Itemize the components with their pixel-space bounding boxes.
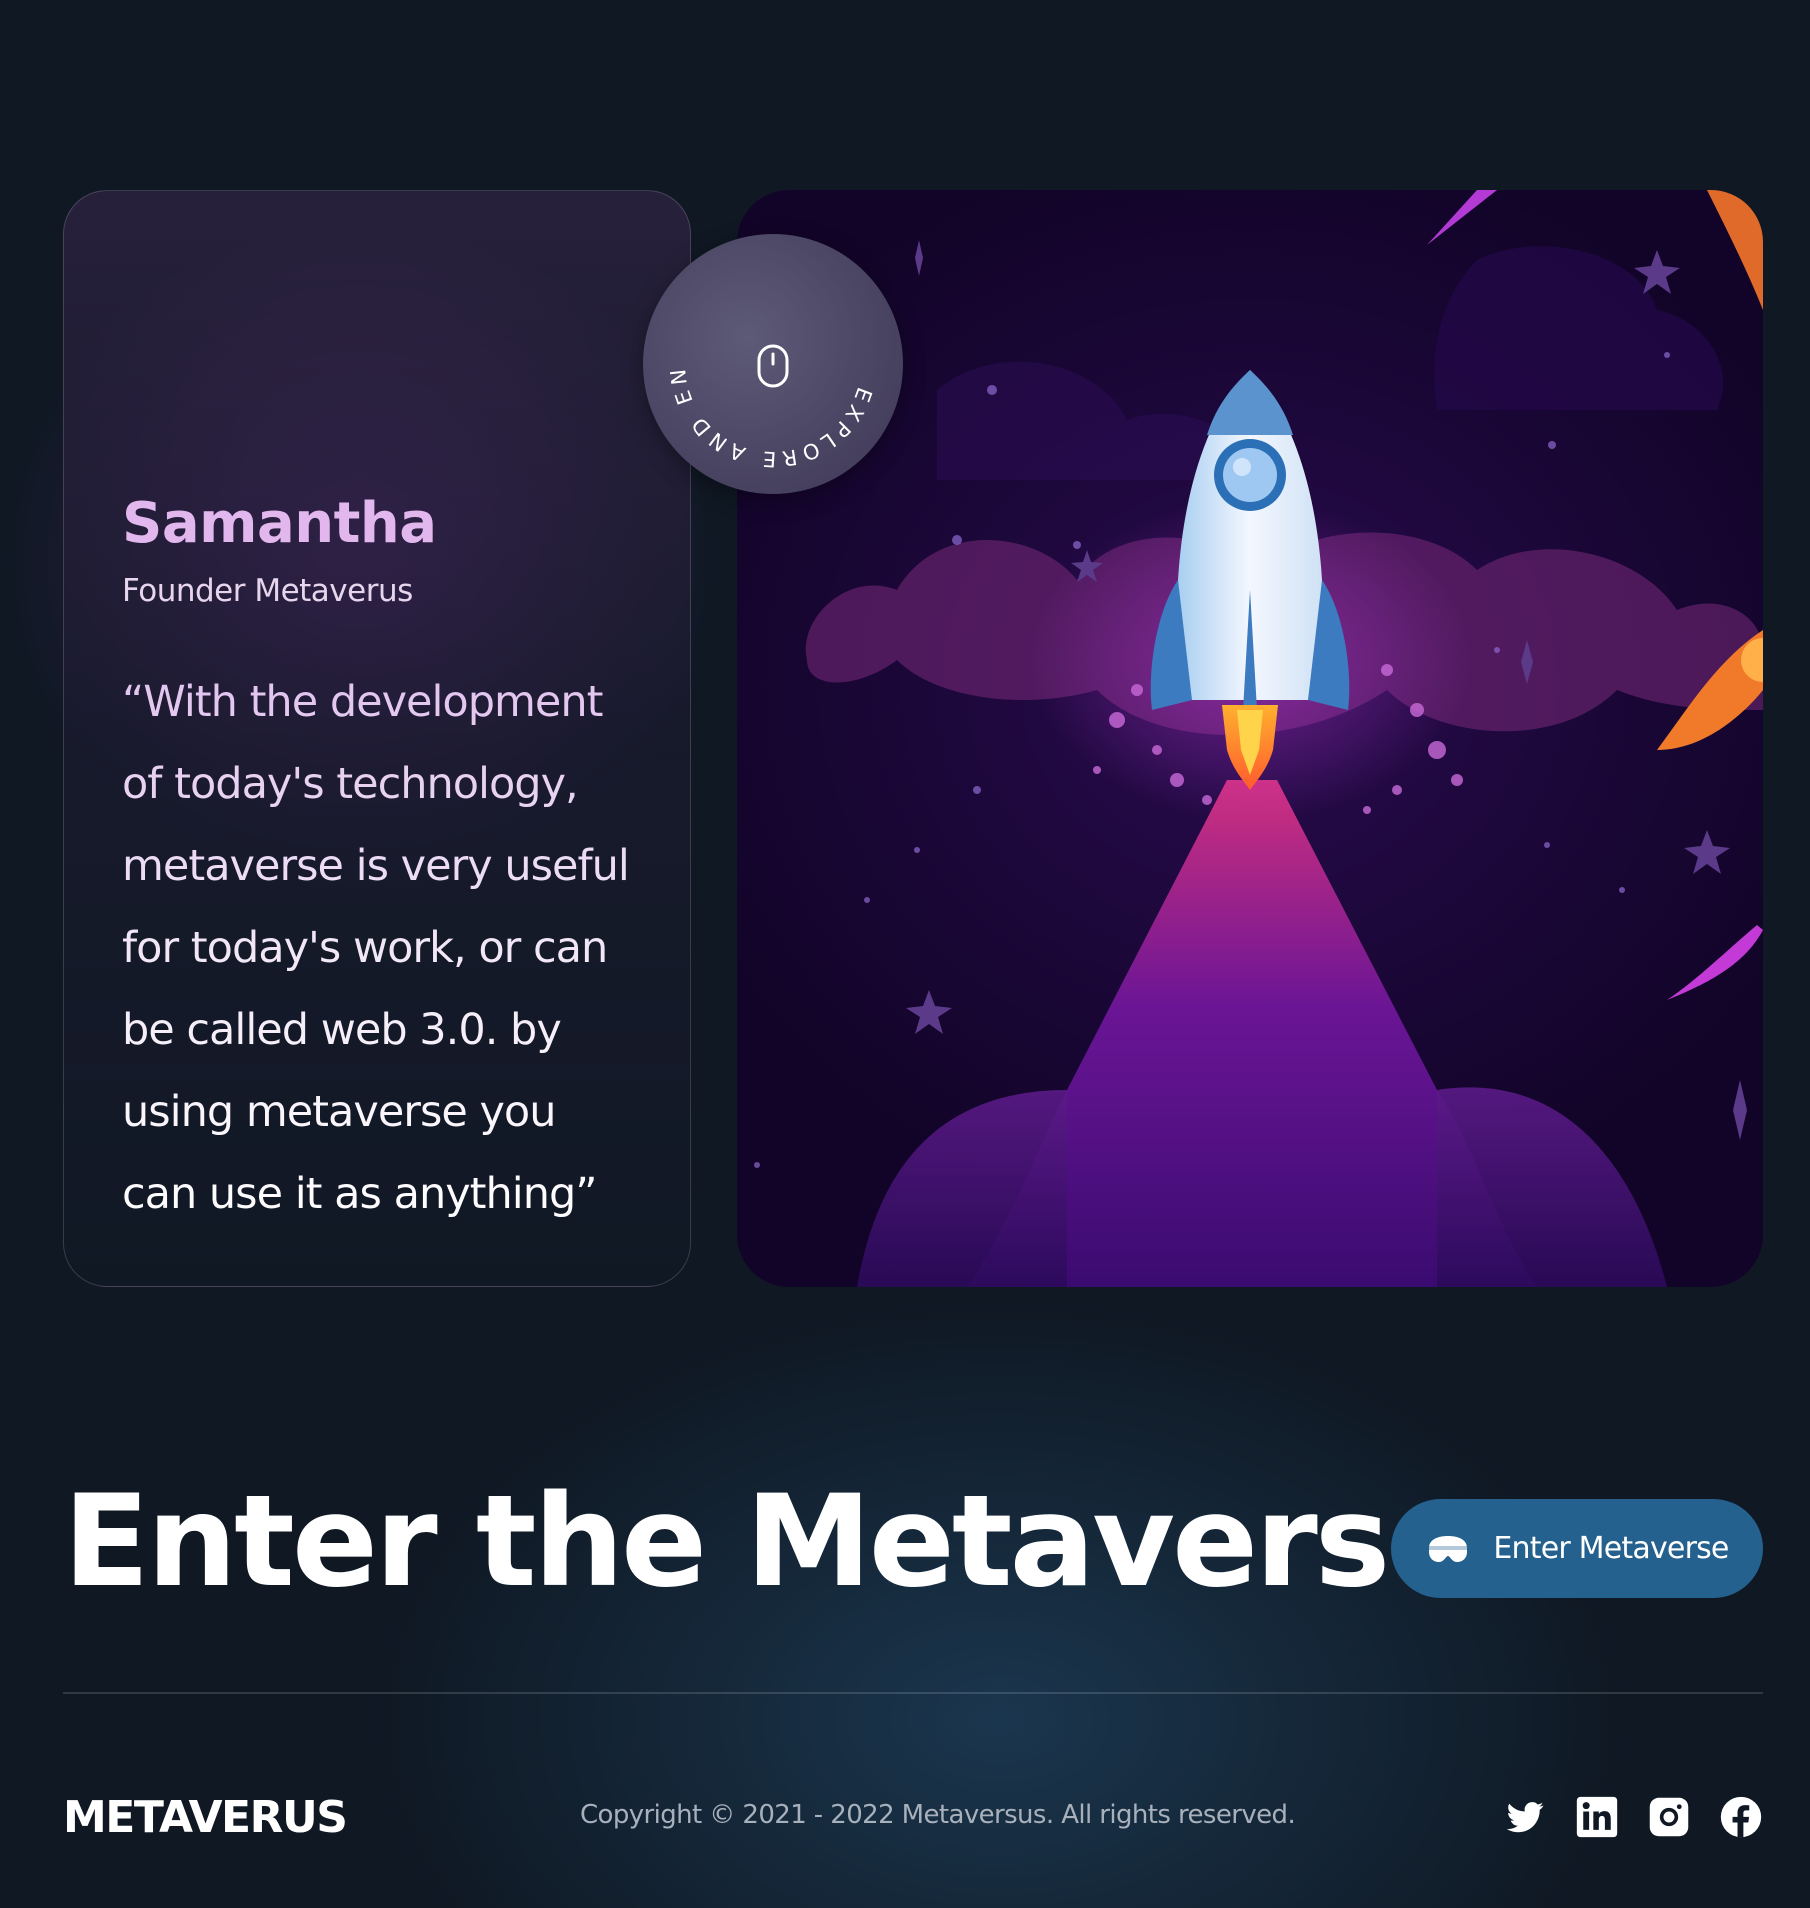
footer-divider <box>63 1692 1763 1694</box>
instagram-icon[interactable] <box>1647 1795 1691 1839</box>
copyright-text: Copyright © 2021 - 2022 Metaversus. All … <box>580 1800 1296 1830</box>
testimonial-card: Samantha Founder Metaverus “With the dev… <box>63 190 691 1287</box>
facebook-icon[interactable] <box>1719 1795 1763 1839</box>
testimonial-role: Founder Metaverus <box>122 573 413 609</box>
enter-metaverse-button[interactable]: Enter Metaverse <box>1391 1499 1763 1598</box>
testimonial-name: Samantha <box>122 491 437 556</box>
testimonial-quote: “With the development of today's technol… <box>122 661 642 1235</box>
vr-headset-icon <box>1425 1534 1471 1564</box>
footer-brand[interactable]: METAVERUS <box>63 1792 348 1843</box>
twitter-icon[interactable] <box>1503 1795 1547 1839</box>
linkedin-icon[interactable] <box>1575 1795 1619 1839</box>
mouse-icon <box>757 344 789 388</box>
explore-badge[interactable]: EXPLORE AND ENTER THE METAVERSE <box>643 234 903 494</box>
enter-metaverse-label: Enter Metaverse <box>1493 1531 1729 1566</box>
cta-title: Enter the Metaverse <box>63 1467 1474 1615</box>
